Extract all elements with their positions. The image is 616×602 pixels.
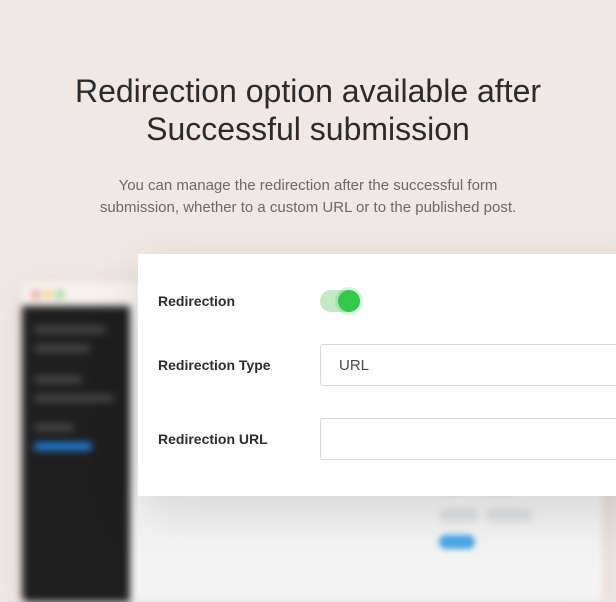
redirection-url-input[interactable]: [320, 418, 616, 460]
window-zoom-dot: [56, 291, 63, 298]
window-close-dot: [32, 291, 39, 298]
page-description: You can manage the redirection after the…: [78, 175, 538, 220]
redirection-type-row: Redirection Type URL: [138, 332, 616, 398]
redirection-type-label: Redirection Type: [158, 357, 320, 373]
redirection-toggle[interactable]: [320, 290, 360, 312]
redirection-type-select[interactable]: URL: [320, 344, 616, 386]
hero-section: Redirection option available after Succe…: [0, 0, 616, 220]
redirection-type-value: URL: [339, 357, 369, 374]
settings-panel: Redirection Redirection Type URL Redirec…: [138, 254, 616, 496]
redirection-url-row: Redirection URL: [138, 406, 616, 472]
redirection-label: Redirection: [158, 293, 320, 309]
mock-sidebar: [22, 306, 130, 602]
page-title: Redirection option available after Succe…: [68, 72, 548, 149]
window-minimize-dot: [44, 291, 51, 298]
illustration-stage: Redirection Redirection Type URL Redirec…: [0, 250, 616, 570]
redirection-url-label: Redirection URL: [158, 431, 320, 447]
redirection-row: Redirection: [138, 278, 616, 324]
